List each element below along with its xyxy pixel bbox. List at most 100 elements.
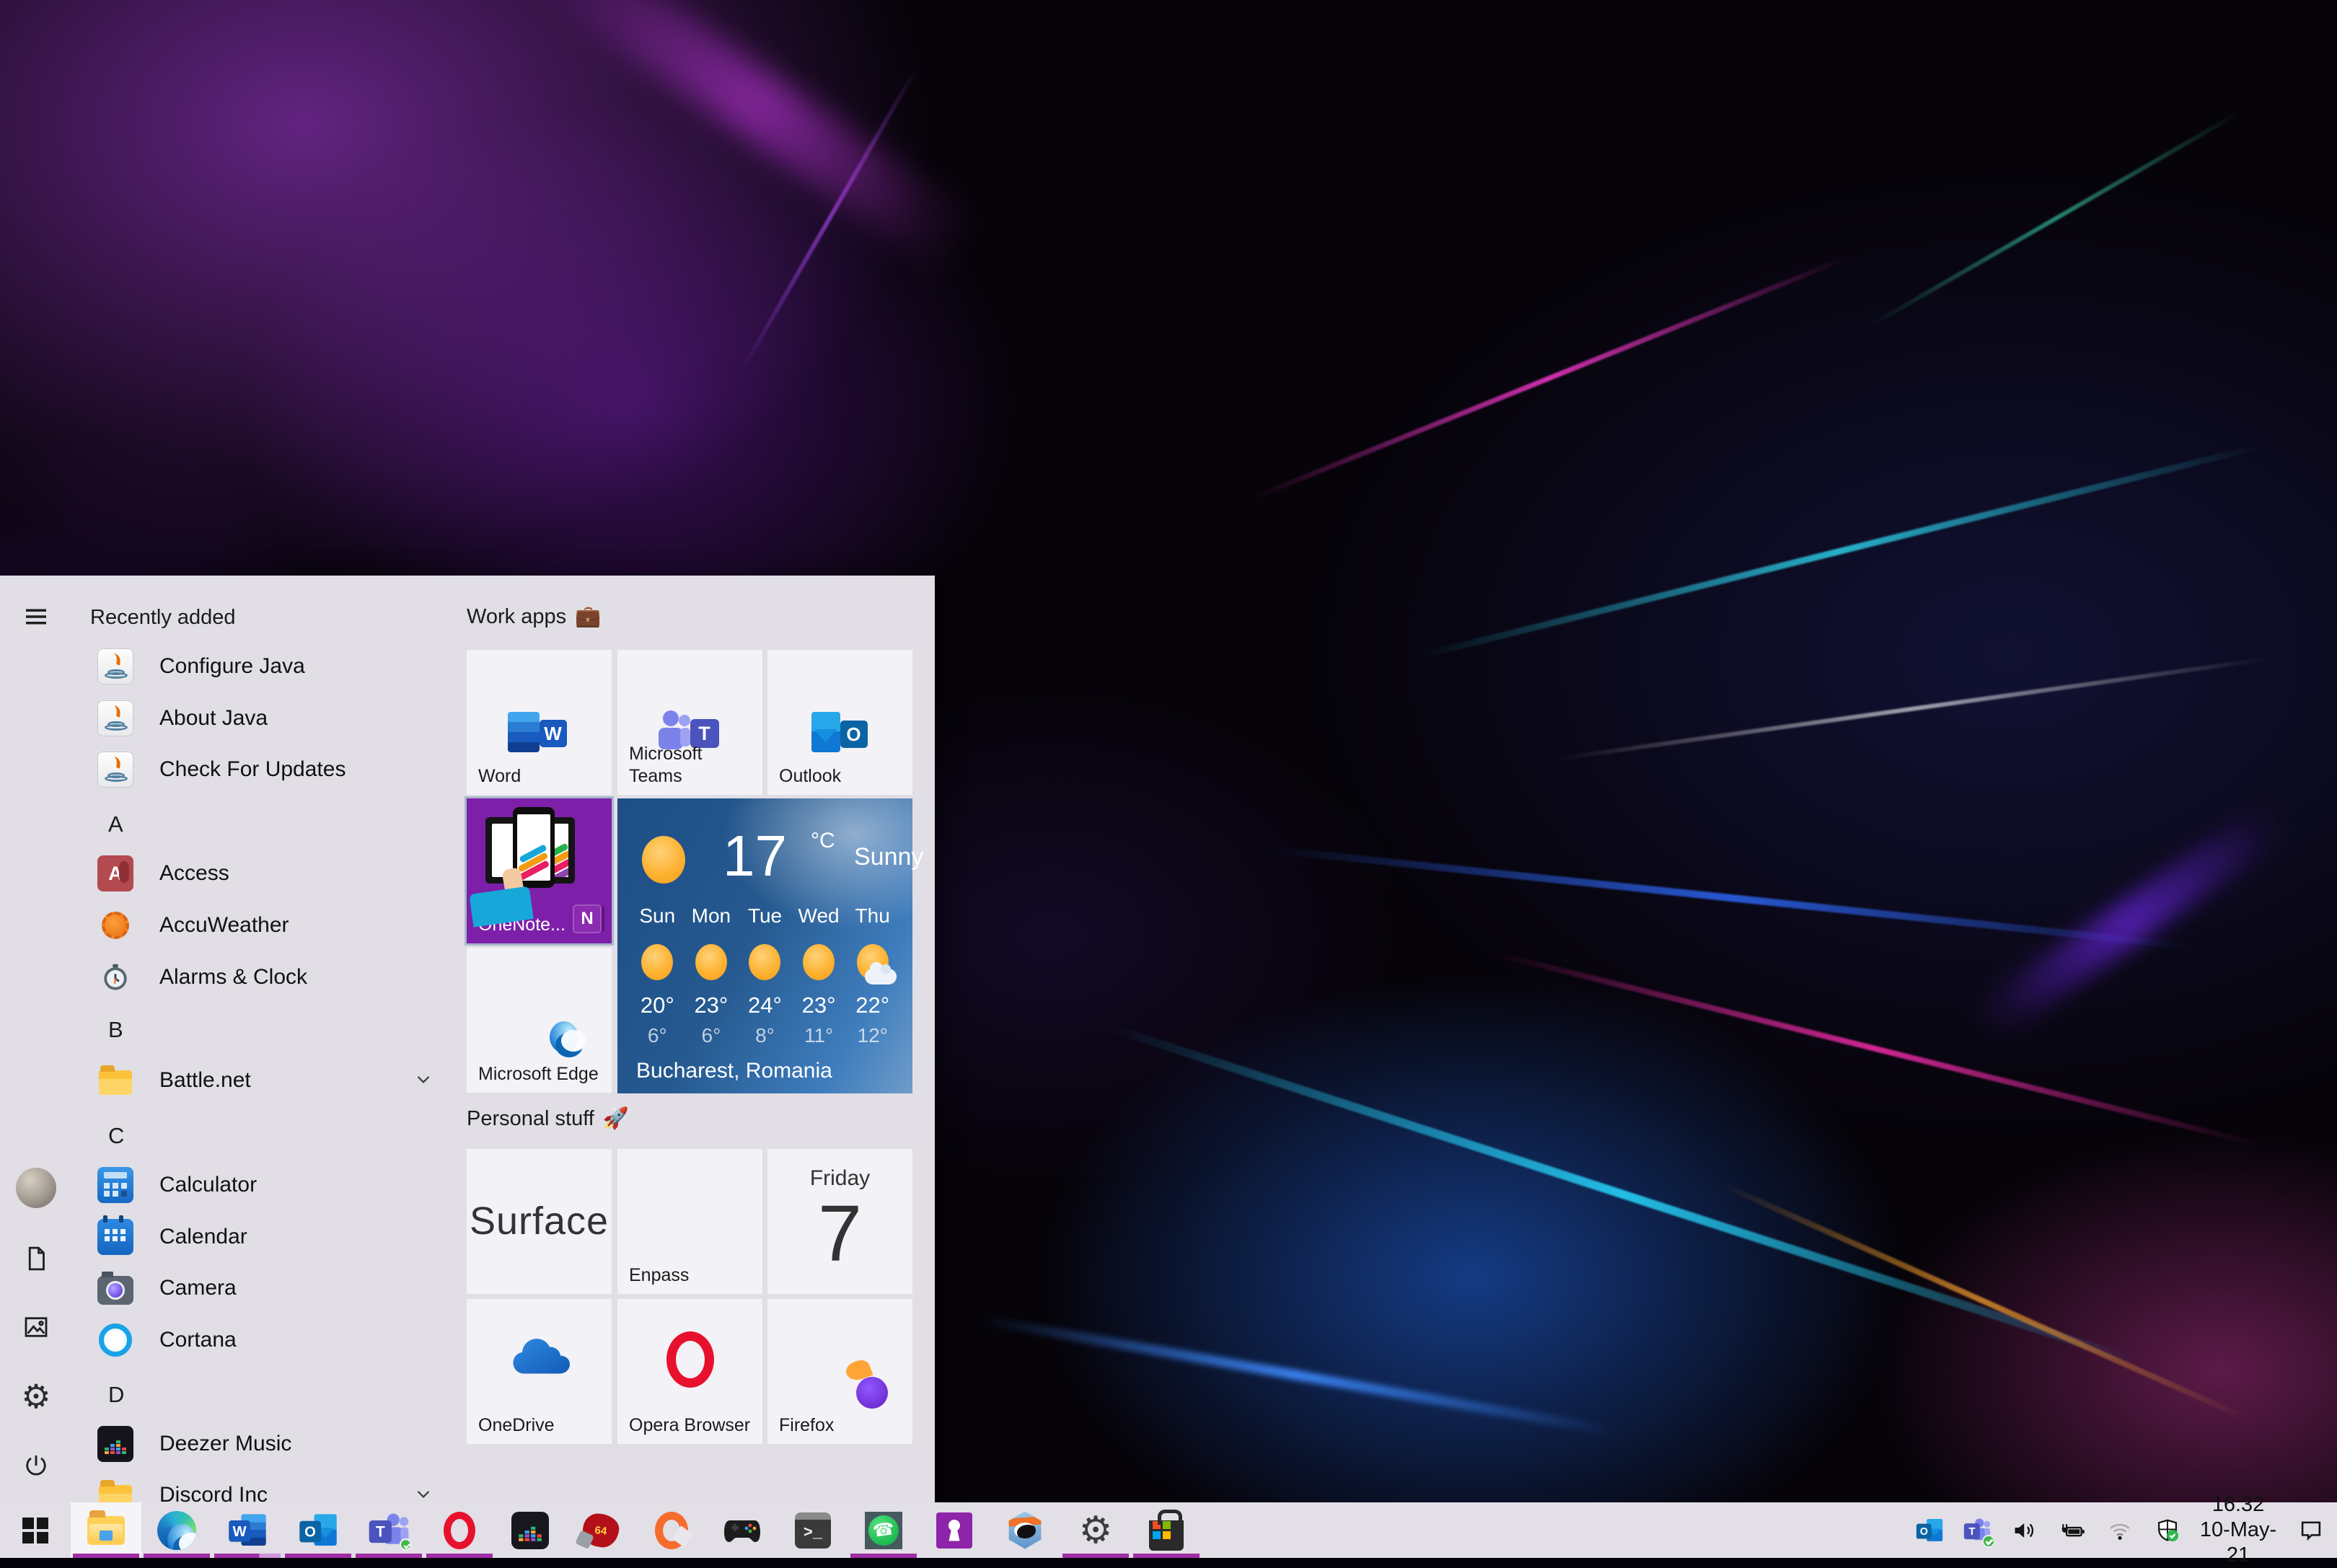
tile-enpass[interactable]: Enpass: [617, 1149, 762, 1294]
taskbar-deezer[interactable]: [495, 1502, 565, 1558]
app-list-item-calendar[interactable]: Calendar: [83, 1211, 454, 1263]
taskbar-cheat-engine[interactable]: 64: [565, 1502, 636, 1558]
tile-firefox[interactable]: Firefox: [767, 1299, 912, 1444]
taskbar-whatsapp[interactable]: ☎: [848, 1502, 919, 1558]
start-menu: ⚙ Recently added Configure Java About Ja…: [0, 576, 935, 1502]
running-indicator: [214, 1554, 281, 1558]
taskbar-file-explorer[interactable]: [71, 1502, 141, 1558]
tile-surface[interactable]: Surface: [467, 1149, 612, 1294]
java-icon: [97, 752, 133, 788]
taskbar-terminal[interactable]: >_: [778, 1502, 848, 1558]
app-list-item-accuweather[interactable]: AccuWeather: [83, 899, 454, 951]
taskbar-word[interactable]: W: [212, 1502, 283, 1558]
weather-unit: °C: [811, 829, 835, 853]
tile-group-header-personal-stuff[interactable]: Personal stuff 🚀: [467, 1106, 629, 1131]
expand-menu-button[interactable]: [16, 596, 56, 637]
taskbar-outlook[interactable]: O: [283, 1502, 353, 1558]
taskbar-microsoft-store[interactable]: [1131, 1502, 1202, 1558]
deezer-icon: [511, 1512, 549, 1549]
app-list-header-c[interactable]: C: [108, 1110, 124, 1162]
running-indicator: [285, 1554, 351, 1558]
taskbar-edge[interactable]: [141, 1502, 212, 1558]
taskbar: W O T 64: [0, 1502, 2337, 1558]
running-indicator: [1062, 1554, 1129, 1558]
taskbar-origin[interactable]: [636, 1502, 707, 1558]
tray-volume[interactable]: [2001, 1502, 2048, 1558]
opera-icon: [666, 1331, 714, 1388]
power-button[interactable]: [16, 1445, 56, 1486]
tray-wifi[interactable]: [2096, 1502, 2144, 1558]
chevron-down-icon[interactable]: [413, 1068, 434, 1093]
app-list-item-check-for-updates[interactable]: Check For Updates: [83, 744, 454, 796]
windows-logo-icon: [22, 1518, 34, 1529]
app-list-item-discord-inc[interactable]: Discord Inc: [83, 1469, 454, 1502]
battery-charging-icon: [2059, 1517, 2086, 1544]
outlook-icon: O: [299, 1512, 336, 1547]
wallpaper-streak: [532, 0, 982, 276]
tile-weather[interactable]: 17 °C Sunny Sun 20° 6° Mon 23° 6° Tue 24…: [617, 798, 912, 1093]
java-icon: [97, 648, 133, 684]
tile-microsoft-teams[interactable]: T Microsoft Teams: [617, 650, 762, 795]
chevron-down-icon[interactable]: [413, 1483, 434, 1503]
shield-icon: [2154, 1517, 2181, 1544]
cheat-engine-icon: 64: [581, 1512, 621, 1549]
tray-teams[interactable]: T: [1953, 1502, 2001, 1558]
taskbar-teams[interactable]: T: [353, 1502, 424, 1558]
tile-outlook[interactable]: O Outlook: [767, 650, 912, 795]
tile-group-header-work-apps[interactable]: Work apps 💼: [467, 604, 601, 629]
calculator-icon: [97, 1167, 133, 1203]
gear-icon: ⚙: [21, 1380, 50, 1413]
tile-microsoft-edge[interactable]: Microsoft Edge: [467, 948, 612, 1093]
start-button[interactable]: [0, 1502, 71, 1558]
tray-outlook[interactable]: O: [1906, 1502, 1953, 1558]
app-list-header-recently-added[interactable]: Recently added: [90, 591, 236, 643]
running-indicator: [73, 1554, 139, 1558]
deezer-icon: [97, 1426, 133, 1462]
sun-icon: [695, 944, 727, 980]
wallpaper-streak: [1968, 802, 2288, 1044]
taskbar-opera[interactable]: [424, 1502, 495, 1558]
running-indicator: [144, 1554, 210, 1558]
app-list-item-about-java[interactable]: About Java: [83, 692, 454, 744]
app-list-item-access[interactable]: A Access: [83, 847, 454, 899]
app-list-header-a[interactable]: A: [108, 798, 123, 850]
taskbar-eye-app[interactable]: [990, 1502, 1060, 1558]
user-avatar[interactable]: [16, 1168, 56, 1208]
action-center-button[interactable]: [2285, 1502, 2337, 1558]
work-apps-emoji: 💼: [575, 604, 601, 629]
tile-calendar-live[interactable]: Friday 7: [767, 1149, 912, 1294]
java-icon: [97, 700, 133, 736]
taskbar-settings[interactable]: ⚙: [1060, 1502, 1131, 1558]
sun-icon: [749, 944, 780, 980]
enpass-keyhole-icon: [936, 1512, 972, 1549]
forecast-day: Mon 23° 6°: [685, 897, 739, 1049]
app-list-item-calculator[interactable]: Calculator: [83, 1159, 454, 1211]
tile-opera-browser[interactable]: Opera Browser: [617, 1299, 762, 1444]
app-list-header-d[interactable]: D: [108, 1369, 124, 1421]
taskbar-clock[interactable]: 16:32 10-May-21: [2191, 1492, 2285, 1568]
tile-onenote[interactable]: N OneNote...: [467, 798, 612, 943]
rain-cloud-icon: [865, 969, 897, 985]
wallpaper-streak: [1264, 845, 2198, 951]
calendar-icon: [97, 1219, 133, 1255]
rocket-emoji: 🚀: [603, 1106, 629, 1131]
tile-word[interactable]: W Word: [467, 650, 612, 795]
word-icon: W: [229, 1512, 265, 1547]
app-list-item-alarms-clock[interactable]: Alarms & Clock: [83, 951, 454, 1003]
app-list-header-b[interactable]: B: [108, 1004, 123, 1056]
app-list-item-cortana[interactable]: Cortana: [83, 1314, 454, 1366]
online-status-badge: [400, 1538, 412, 1550]
wallpaper-streak: [1867, 108, 2245, 328]
app-list-item-deezer-music[interactable]: Deezer Music: [83, 1418, 454, 1470]
app-list-item-battlenet[interactable]: Battle.net: [83, 1054, 454, 1106]
tray-battery[interactable]: [2048, 1502, 2096, 1558]
settings-button[interactable]: ⚙: [16, 1376, 56, 1417]
tile-onedrive[interactable]: OneDrive: [467, 1299, 612, 1444]
taskbar-enpass[interactable]: [919, 1502, 990, 1558]
tray-security-shield[interactable]: [2144, 1502, 2191, 1558]
documents-button[interactable]: [16, 1238, 56, 1279]
app-list-item-configure-java[interactable]: Configure Java: [83, 640, 454, 692]
taskbar-gamepad-app[interactable]: [707, 1502, 778, 1558]
app-list-item-camera[interactable]: Camera: [83, 1262, 454, 1314]
pictures-button[interactable]: [16, 1307, 56, 1347]
